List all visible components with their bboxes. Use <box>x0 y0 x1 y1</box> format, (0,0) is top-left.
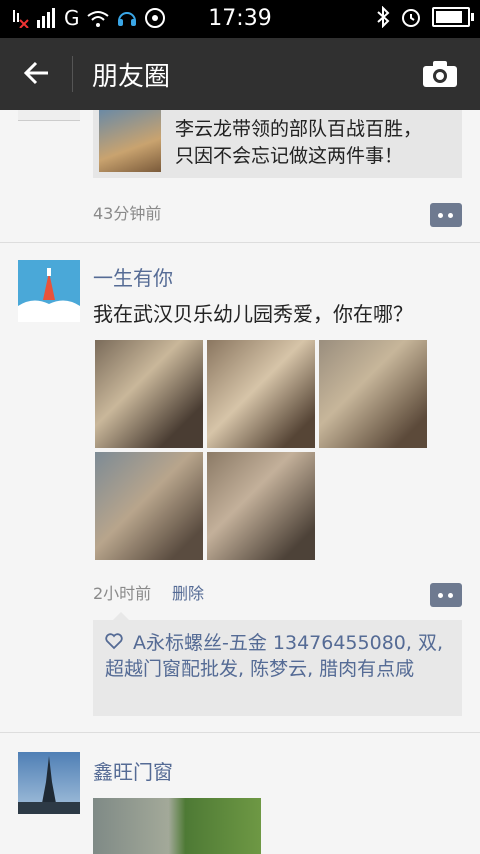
post-text: 我在武汉贝乐幼儿园秀爱，你在哪？ <box>93 302 413 326</box>
alarm-icon <box>402 9 420 27</box>
post-time: 2小时前 <box>93 584 152 603</box>
post-item: 李云龙带领的部队百战百胜， 只因不会忘记做这两件事！ 43分钟前 <box>0 110 480 243</box>
comment-menu-icon[interactable] <box>430 203 462 227</box>
header-bar: 朋友圈 <box>0 38 480 110</box>
post-time: 43分钟前 <box>93 204 162 223</box>
moments-feed[interactable]: 李云龙带领的部队百战百胜， 只因不会忘记做这两件事！ 43分钟前 一生有你 我在… <box>0 110 480 854</box>
shared-link-title-line1: 李云龙带领的部队百战百胜， <box>175 118 423 140</box>
delete-button[interactable]: 删除 <box>172 580 204 604</box>
avatar[interactable] <box>18 260 80 322</box>
shared-link-title: 李云龙带领的部队百战百胜， 只因不会忘记做这两件事！ <box>175 116 422 170</box>
post-photo[interactable] <box>207 452 315 560</box>
likes-box: A永标螺丝-五金 13476455080, 双, 超越门窗配批发, 陈梦云, 腊… <box>93 612 462 716</box>
shared-link-card[interactable]: 李云龙带领的部队百战百胜， 只因不会忘记做这两件事！ <box>93 110 462 178</box>
shared-link-thumbnail <box>99 110 161 172</box>
shared-link-title-line2: 只因不会忘记做这两件事！ <box>175 145 404 167</box>
post-photo[interactable] <box>207 340 315 448</box>
camera-icon[interactable] <box>422 60 458 88</box>
avatar[interactable] <box>18 752 80 814</box>
post-item: 一生有你 我在武汉贝乐幼儿园秀爱，你在哪？ 2小时前 删除 A永标螺丝-五金 1… <box>0 242 480 733</box>
post-photo[interactable] <box>95 340 203 448</box>
bluetooth-icon <box>377 6 390 28</box>
comment-menu-icon[interactable] <box>430 583 462 607</box>
post-photo[interactable] <box>319 340 427 448</box>
page-title: 朋友圈 <box>92 62 171 92</box>
status-bar: G 17:39 <box>0 0 480 38</box>
post-item: 鑫旺门窗 <box>0 732 480 854</box>
post-photo[interactable] <box>95 452 203 560</box>
header-divider <box>72 56 73 92</box>
avatar[interactable] <box>18 110 80 121</box>
arrow-left-icon[interactable] <box>22 58 52 88</box>
post-photo[interactable] <box>93 798 261 854</box>
likes-list[interactable]: A永标螺丝-五金 13476455080, 双, 超越门窗配批发, 陈梦云, 腊… <box>105 630 445 682</box>
poster-name[interactable]: 一生有你 <box>93 262 173 291</box>
poster-name[interactable]: 鑫旺门窗 <box>93 756 173 785</box>
battery-icon <box>432 7 474 27</box>
status-right-icons <box>376 6 474 28</box>
